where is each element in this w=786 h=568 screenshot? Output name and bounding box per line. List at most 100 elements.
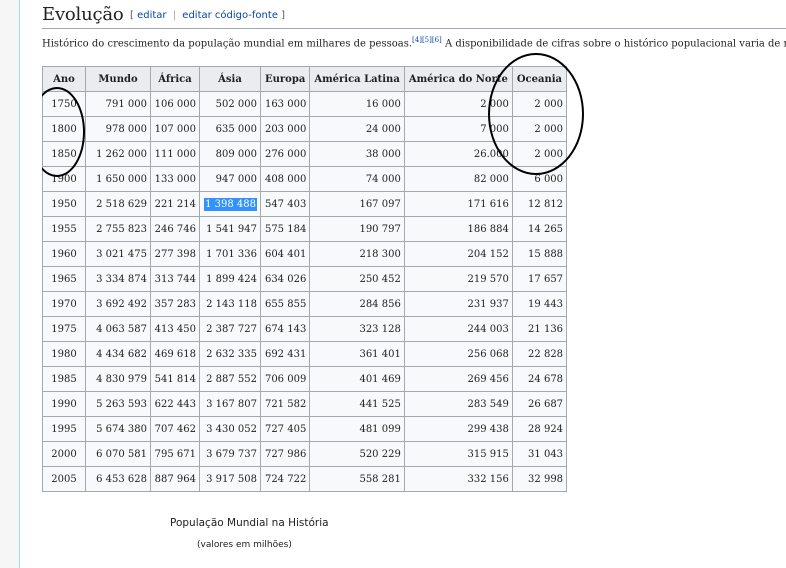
table-cell: 2 143 118 <box>199 291 261 317</box>
table-cell: 3 167 807 <box>199 391 261 417</box>
edit-section-links: [ editar | editar código-fonte ] <box>130 10 285 21</box>
table-cell: 357 283 <box>150 291 200 317</box>
table-header-row: Ano Mundo África Ásia Europa América Latina Am… <box>42 66 568 92</box>
table-cell: 1800 <box>42 116 86 142</box>
column-header: América do Norte <box>403 66 513 92</box>
table-cell: 1975 <box>42 316 86 342</box>
table-cell: 604 401 <box>259 241 311 267</box>
table-cell: 1 541 947 <box>199 216 261 242</box>
table-cell: 2 000 <box>403 91 513 117</box>
column-header: Mundo <box>85 66 151 92</box>
table-cell: 269 456 <box>403 366 513 392</box>
table-cell: 706 009 <box>259 366 311 392</box>
table-cell: 4 434 682 <box>85 341 151 367</box>
table-cell: 133 000 <box>150 166 200 192</box>
table-cell: 7 000 <box>403 116 513 142</box>
intro-text-before: Histórico do crescimento da população mu… <box>42 38 413 50</box>
table-cell: 1900 <box>42 166 86 192</box>
table-row: 1985 4 830 979 541 814 2 887 552 706 009 401 … <box>42 366 568 392</box>
edit-link[interactable]: editar <box>137 10 166 21</box>
table-cell: 3 334 874 <box>85 266 151 292</box>
table-cell: 231 937 <box>403 291 513 317</box>
table-cell: 2 387 727 <box>199 316 261 342</box>
table-cell: 204 152 <box>403 241 513 267</box>
table-cell: 163 000 <box>259 91 311 117</box>
table-cell: 1 650 000 <box>85 166 151 192</box>
table-cell: 655 855 <box>259 291 311 317</box>
table-cell: 2 755 823 <box>85 216 151 242</box>
table-cell: 12 812 <box>511 191 568 217</box>
table-cell: 111 000 <box>150 141 200 167</box>
table-cell: 5 263 593 <box>85 391 151 417</box>
table-cell: 32 998 <box>511 466 568 492</box>
table-cell: 2 000 <box>511 141 568 167</box>
table-cell: 190 797 <box>309 216 405 242</box>
column-header: África <box>150 66 200 92</box>
table-cell: 16 000 <box>309 91 405 117</box>
reference-links[interactable]: [4][5][6] <box>412 36 442 44</box>
table-cell: 6 000 <box>511 166 568 192</box>
table-row: 1800 978 000 107 000 635 000 203 000 24 000 7 … <box>42 116 568 142</box>
table-cell: 171 616 <box>403 191 513 217</box>
table-cell: 674 143 <box>259 316 311 342</box>
table-cell: 558 281 <box>309 466 405 492</box>
table-cell: 3 021 475 <box>85 241 151 267</box>
column-header: América Latina <box>309 66 405 92</box>
table-cell: 74 000 <box>309 166 405 192</box>
table-cell: 244 003 <box>403 316 513 342</box>
table-cell: 313 744 <box>150 266 200 292</box>
table-cell: 106 000 <box>150 91 200 117</box>
selected-cell-text[interactable]: 1 398 488 <box>204 197 257 211</box>
table-cell: 635 000 <box>199 116 261 142</box>
table-cell: 299 438 <box>403 416 513 442</box>
table-cell: 727 986 <box>259 441 311 467</box>
table-row: 1850 1 262 000 111 000 809 000 276 000 38 000… <box>42 141 568 167</box>
table-cell: 1 262 000 <box>85 141 151 167</box>
table-cell: 4 063 587 <box>85 316 151 342</box>
table-cell: 15 888 <box>511 241 568 267</box>
table-cell: 38 000 <box>309 141 405 167</box>
intro-text-after: A disponibilidade de cifras sobre o hist… <box>441 38 786 50</box>
table-cell: 19 443 <box>511 291 568 317</box>
table-cell: 1970 <box>42 291 86 317</box>
table-cell: 809 000 <box>199 141 261 167</box>
table-row: 1990 5 263 593 622 443 3 167 807 721 582 441 … <box>42 391 568 417</box>
table-cell: 2000 <box>42 441 86 467</box>
table-cell: 6 453 628 <box>85 466 151 492</box>
table-cell: 3 917 508 <box>199 466 261 492</box>
chart-caption-subtitle: (valores em milhões) <box>197 540 292 550</box>
table-cell: 1955 <box>42 216 86 242</box>
table-cell: 481 099 <box>309 416 405 442</box>
article-content: Evolução [ editar | editar código-fonte … <box>42 0 786 568</box>
table-cell: 795 671 <box>150 441 200 467</box>
table-cell: 2005 <box>42 466 86 492</box>
chart-caption-title: População Mundial na História <box>170 517 329 529</box>
table-row: 1900 1 650 000 133 000 947 000 408 000 74 000… <box>42 166 568 192</box>
table-cell: 82 000 <box>403 166 513 192</box>
population-table: Ano Mundo África Ásia Europa América Latina Am… <box>42 66 568 492</box>
table-cell: 361 401 <box>309 341 405 367</box>
table-cell: 315 915 <box>403 441 513 467</box>
table-cell: 4 830 979 <box>85 366 151 392</box>
edit-source-link[interactable]: editar código-fonte <box>182 10 278 21</box>
table-cell: 277 398 <box>150 241 200 267</box>
table-cell: 24 678 <box>511 366 568 392</box>
table-cell: 622 443 <box>150 391 200 417</box>
table-row: 1950 2 518 629 221 214 1 398 488 547 403 167 … <box>42 191 568 217</box>
table-cell: 1850 <box>42 141 86 167</box>
table-cell: 1 701 336 <box>199 241 261 267</box>
table-cell: 441 525 <box>309 391 405 417</box>
table-cell: 283 549 <box>403 391 513 417</box>
table-cell: 250 452 <box>309 266 405 292</box>
table-cell: 1965 <box>42 266 86 292</box>
table-cell: 502 000 <box>199 91 261 117</box>
table-cell: 284 856 <box>309 291 405 317</box>
edit-bracket-open: [ <box>130 10 134 21</box>
table-cell: 1960 <box>42 241 86 267</box>
table-cell: 276 000 <box>259 141 311 167</box>
table-cell: 887 964 <box>150 466 200 492</box>
table-cell: 413 450 <box>150 316 200 342</box>
column-header: Ano <box>42 66 86 92</box>
table-row: 1965 3 334 874 313 744 1 899 424 634 026 250 … <box>42 266 568 292</box>
table-cell: 791 000 <box>85 91 151 117</box>
